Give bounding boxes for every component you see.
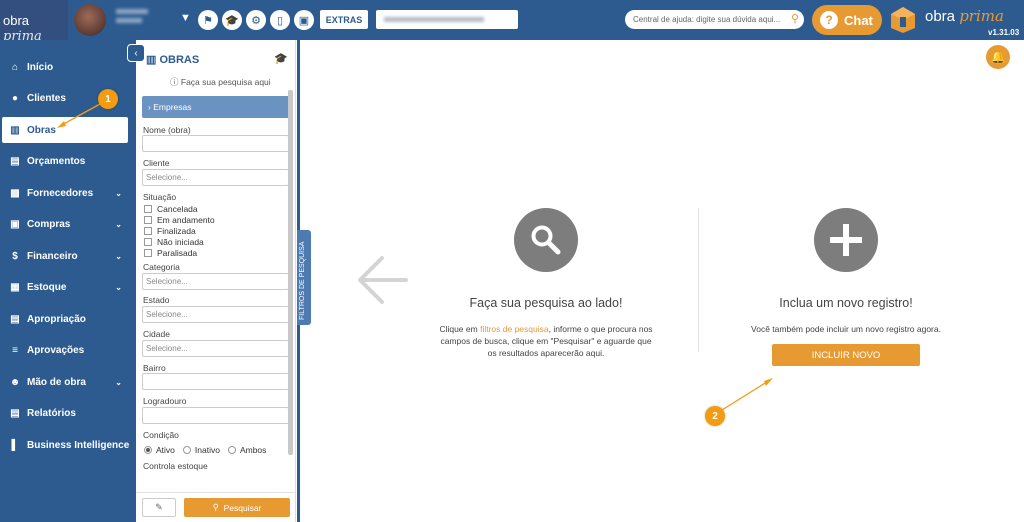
step-2-badge: 2 [705, 406, 725, 426]
annotation-arrows [57, 103, 773, 411]
step-1-badge: 1 [98, 89, 118, 109]
